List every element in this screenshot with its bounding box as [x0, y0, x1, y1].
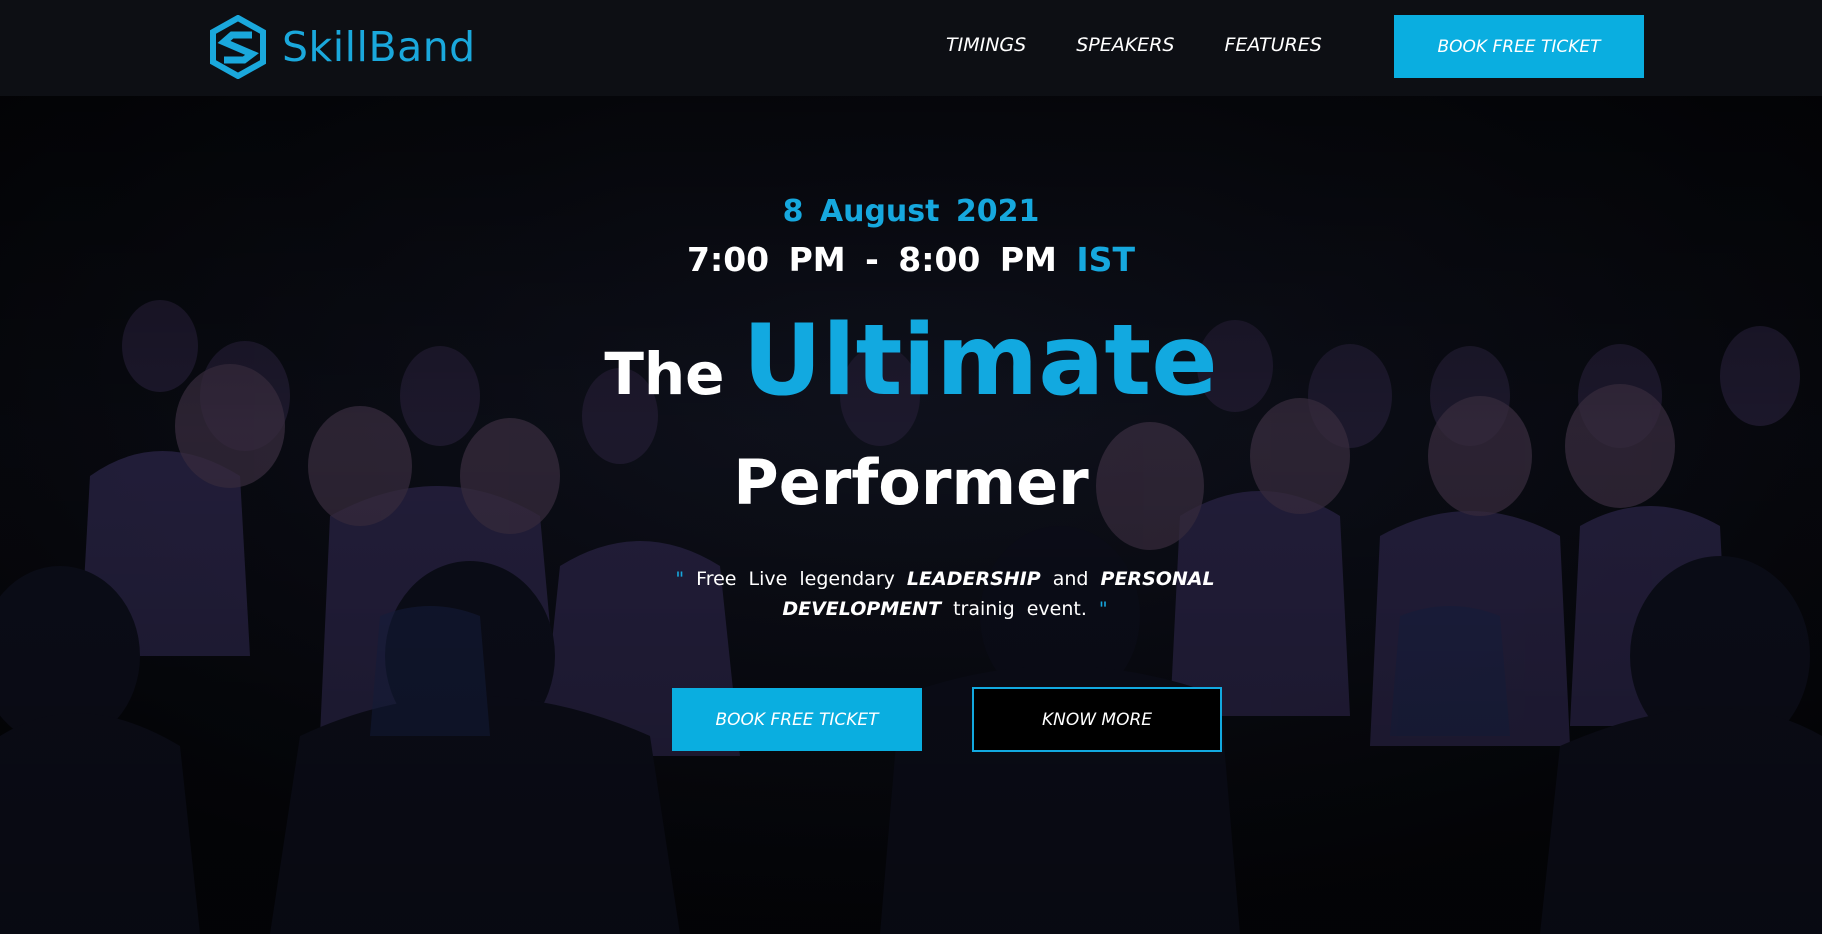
s-hexagon-logo-icon	[208, 15, 268, 79]
nav-item-speakers[interactable]: SPEAKERS	[1076, 34, 1174, 56]
tagline-part1: Free Live legendary	[696, 568, 895, 590]
hero-title-highlight: Ultimate	[742, 304, 1218, 418]
hero-title-line2: Performer	[733, 446, 1089, 519]
header-book-ticket-button[interactable]: BOOK FREE TICKET	[1394, 15, 1644, 78]
brand-name: SkillBand	[282, 23, 476, 71]
site-header: SkillBand TIMINGS SPEAKERS FEATURES BOOK…	[0, 0, 1822, 96]
nav-item-features[interactable]: FEATURES	[1224, 34, 1321, 56]
event-date: 8 August 2021	[782, 194, 1040, 229]
hero-tagline: " Free Live legendary LEADERSHIP and PER…	[600, 564, 1290, 624]
hero-title-the: The	[604, 340, 725, 408]
event-timezone: IST	[1076, 240, 1135, 279]
nav-item-timings[interactable]: TIMINGS	[946, 34, 1026, 56]
tagline-part3: trainig event.	[953, 598, 1087, 620]
event-time-range: 7:00 PM - 8:00 PM	[687, 240, 1057, 279]
tagline-open-quote: "	[675, 568, 685, 590]
tagline-part2: and	[1052, 568, 1089, 590]
main-nav: TIMINGS SPEAKERS FEATURES	[946, 34, 1372, 56]
brand-logo[interactable]: SkillBand	[208, 14, 476, 80]
tagline-close-quote: "	[1098, 598, 1108, 620]
hero-section: 8 August 2021 7:00 PM - 8:00 PM IST The U…	[0, 96, 1822, 934]
hero-know-more-button[interactable]: KNOW MORE	[972, 687, 1222, 752]
tagline-emphasis-leadership: LEADERSHIP	[906, 568, 1041, 590]
event-time: 7:00 PM - 8:00 PM IST	[0, 240, 1822, 279]
hero-book-ticket-button[interactable]: BOOK FREE TICKET	[672, 688, 922, 751]
hero-title: The Ultimate	[0, 304, 1822, 418]
landing-page: SkillBand TIMINGS SPEAKERS FEATURES BOOK…	[0, 0, 1822, 934]
